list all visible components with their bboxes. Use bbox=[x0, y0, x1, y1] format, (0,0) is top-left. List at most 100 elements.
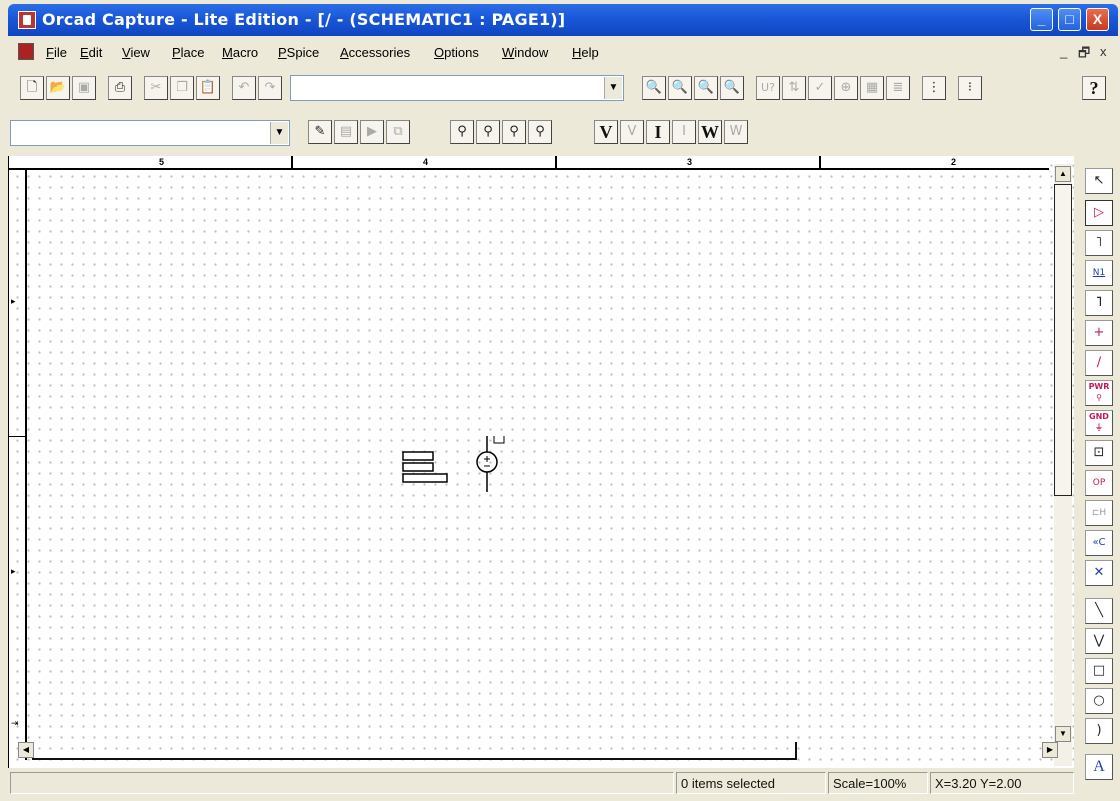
place-line-icon[interactable]: ╲ bbox=[1085, 598, 1113, 624]
scroll-up-icon[interactable]: ▲ bbox=[1055, 166, 1071, 182]
undo-icon[interactable]: ↶ bbox=[232, 76, 256, 100]
status-bar: 0 items selected Scale=100% X=3.20 Y=2.0… bbox=[8, 772, 1078, 796]
place-rectangle-icon[interactable]: □ bbox=[1085, 658, 1113, 684]
save-icon[interactable]: ▣ bbox=[72, 76, 96, 100]
scroll-right-icon[interactable]: ▶ bbox=[1042, 742, 1058, 758]
mdi-close-button[interactable]: x bbox=[1100, 44, 1107, 59]
menu-help[interactable]: Help bbox=[572, 45, 599, 60]
current-probe-icon[interactable]: ⚲ bbox=[502, 120, 526, 144]
horizontal-scrollbar[interactable]: ◀ ▶ bbox=[18, 742, 1058, 762]
document-icon[interactable] bbox=[18, 43, 34, 60]
place-junction-icon[interactable]: + bbox=[1085, 320, 1113, 346]
chevron-down-icon[interactable]: ▼ bbox=[270, 122, 288, 144]
selection-count: 0 items selected bbox=[676, 772, 826, 794]
menu-file[interactable]: File bbox=[46, 45, 67, 60]
part-search-combo[interactable]: ▼ bbox=[290, 75, 624, 101]
menu-pspice[interactable]: PSpice bbox=[278, 45, 319, 60]
vertical-scroll-thumb[interactable] bbox=[1054, 184, 1072, 496]
place-ground-icon[interactable]: GND ⏚ bbox=[1085, 410, 1113, 436]
close-button[interactable]: X bbox=[1086, 8, 1109, 31]
place-hierarchical-pin-icon[interactable]: ⊏H bbox=[1085, 500, 1113, 526]
voltage-marker-probe-icon[interactable]: ⚲ bbox=[450, 120, 474, 144]
part-outline-symbol[interactable] bbox=[402, 451, 448, 483]
scroll-down-icon[interactable]: ▼ bbox=[1055, 726, 1071, 742]
ruler-label-4: 4 bbox=[423, 157, 429, 167]
place-power-icon[interactable]: PWR ⚲ bbox=[1085, 380, 1113, 406]
zoom-all-icon[interactable]: 🔍 bbox=[720, 76, 744, 100]
create-netlist-icon[interactable]: ⊕ bbox=[834, 76, 858, 100]
new-file-icon[interactable]: 🗋 bbox=[20, 76, 44, 100]
mdi-restore-button[interactable]: 🗗 bbox=[1078, 44, 1090, 66]
place-part-icon[interactable]: ▷ bbox=[1085, 200, 1113, 226]
ruler-label-2: 2 bbox=[951, 157, 957, 167]
enable-bias-power-display-icon[interactable]: W bbox=[698, 120, 722, 144]
project-manager-icon[interactable]: ⁝ bbox=[958, 76, 982, 100]
bill-of-materials-icon[interactable]: ≣ bbox=[886, 76, 910, 100]
simulation-profile-combo[interactable]: ▼ bbox=[10, 120, 290, 146]
enable-bias-current-display-icon[interactable]: I bbox=[646, 120, 670, 144]
help-icon[interactable]: ? bbox=[1082, 76, 1106, 100]
show-selected-power-icon[interactable]: W bbox=[724, 120, 748, 144]
place-arc-icon[interactable]: ) bbox=[1085, 718, 1113, 744]
cross-reference-icon[interactable]: ▦ bbox=[860, 76, 884, 100]
place-hierarchical-port-icon[interactable]: OP bbox=[1085, 470, 1113, 496]
open-folder-icon[interactable]: 📂 bbox=[46, 76, 70, 100]
edit-simulation-settings-icon[interactable]: ▤ bbox=[334, 120, 358, 144]
current-source-symbol[interactable] bbox=[476, 436, 505, 492]
menu-macro[interactable]: Macro bbox=[222, 45, 258, 60]
place-hierarchical-block-icon[interactable]: ⊡ bbox=[1085, 440, 1113, 466]
voltage-differential-probe-icon[interactable]: ⚲ bbox=[476, 120, 500, 144]
zoom-area-icon[interactable]: 🔍 bbox=[694, 76, 718, 100]
view-simulation-results-icon[interactable]: ⧉ bbox=[386, 120, 410, 144]
select-tool-icon[interactable]: ↖ bbox=[1085, 168, 1113, 194]
menu-options[interactable]: Options bbox=[434, 45, 479, 60]
menu-edit[interactable]: Edit bbox=[80, 45, 102, 60]
back-annotate-icon[interactable]: ⇅ bbox=[782, 76, 806, 100]
chevron-down-icon[interactable]: ▼ bbox=[604, 77, 622, 99]
enable-bias-voltage-display-icon[interactable]: V bbox=[594, 120, 618, 144]
power-probe-icon[interactable]: ⚲ bbox=[528, 120, 552, 144]
ruler-tick bbox=[291, 156, 293, 170]
place-wire-icon[interactable]: ˥ bbox=[1085, 230, 1113, 256]
schematic-canvas[interactable]: 5 4 3 2 ▸ ▸ ⇥ bbox=[8, 156, 1074, 768]
redo-icon[interactable]: ↷ bbox=[258, 76, 282, 100]
new-simulation-profile-icon[interactable]: ✎ bbox=[308, 120, 332, 144]
cut-icon[interactable]: ✂ bbox=[144, 76, 168, 100]
place-net-alias-icon[interactable]: N1 bbox=[1085, 260, 1113, 286]
place-no-connect-icon[interactable]: ✕ bbox=[1085, 560, 1113, 586]
title-bar[interactable]: Orcad Capture - Lite Edition - [/ - (SCH… bbox=[8, 4, 1118, 36]
zoom-in-icon[interactable]: 🔍 bbox=[642, 76, 666, 100]
menu-place[interactable]: Place bbox=[172, 45, 205, 60]
run-pspice-icon[interactable]: ▶ bbox=[360, 120, 384, 144]
zoom-out-icon[interactable]: 🔍 bbox=[668, 76, 692, 100]
horizontal-scroll-thumb[interactable] bbox=[32, 742, 797, 760]
place-bus-icon[interactable]: ˥ bbox=[1085, 290, 1113, 316]
annotate-icon[interactable]: U? bbox=[756, 76, 780, 100]
print-icon[interactable]: ⎙ bbox=[108, 76, 132, 100]
mdi-minimize-button[interactable]: _ bbox=[1060, 44, 1067, 59]
app-icon[interactable] bbox=[18, 11, 36, 29]
show-selected-voltage-icon[interactable]: V bbox=[620, 120, 644, 144]
place-text-icon[interactable]: A bbox=[1085, 754, 1113, 780]
frame-mark-icon: ▸ bbox=[11, 296, 16, 306]
menu-window[interactable]: Window bbox=[502, 45, 548, 60]
place-off-page-connector-icon[interactable]: «C bbox=[1085, 530, 1113, 556]
vertical-scrollbar[interactable]: ▲ ▼ bbox=[1054, 164, 1072, 766]
minimize-button[interactable]: _ bbox=[1030, 8, 1053, 31]
draw-tool-palette: ↖ ▷ ˥ N1 ˥ + ∕ PWR ⚲ GND ⏚ ⊡ OP ⊏H «C ✕ ╲ … bbox=[1080, 160, 1118, 790]
top-border-ruler: 5 4 3 2 bbox=[9, 156, 1049, 170]
copy-icon[interactable]: ❐ bbox=[170, 76, 194, 100]
place-bus-entry-icon[interactable]: ∕ bbox=[1085, 350, 1113, 376]
place-polyline-icon[interactable]: ⋁ bbox=[1085, 628, 1113, 654]
paste-icon[interactable]: 📋 bbox=[196, 76, 220, 100]
menu-view[interactable]: View bbox=[122, 45, 150, 60]
menu-accessories[interactable]: Accessories bbox=[340, 45, 410, 60]
design-rules-check-icon[interactable]: ✓ bbox=[808, 76, 832, 100]
schematic-symbols bbox=[402, 436, 505, 492]
show-selected-current-icon[interactable]: I bbox=[672, 120, 696, 144]
pspice-toolbar: ▼ ✎ ▤ ▶ ⧉ ⚲ ⚲ ⚲ ⚲ V V I I W W bbox=[10, 116, 810, 152]
main-toolbar: 🗋 📂 ▣ ⎙ ✂ ❐ 📋 ↶ ↷ ▼ 🔍 🔍 🔍 🔍 U? ⇅ ✓ ⊕ ▦ ≣… bbox=[10, 75, 1118, 104]
place-ellipse-icon[interactable]: ○ bbox=[1085, 688, 1113, 714]
restore-button[interactable]: □ bbox=[1058, 8, 1081, 31]
snap-to-grid-icon[interactable]: ⋮ bbox=[922, 76, 946, 100]
